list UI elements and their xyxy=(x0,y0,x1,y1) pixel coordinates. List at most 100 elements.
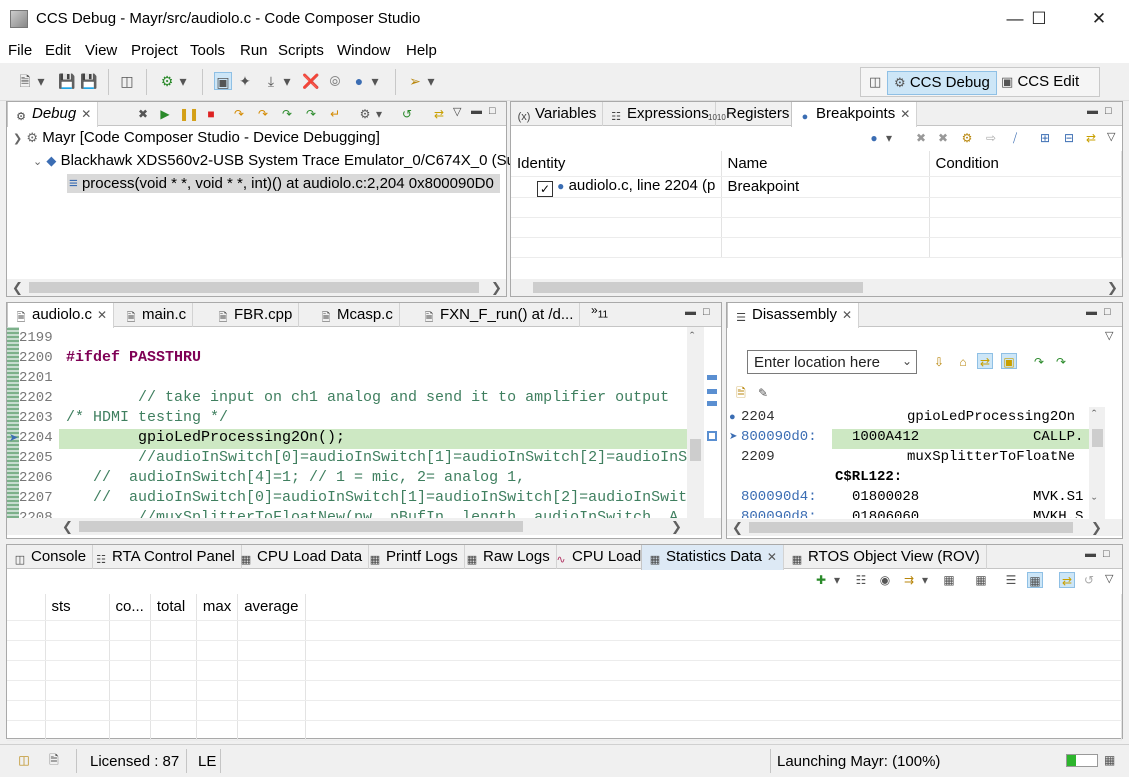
minimize-view-icon[interactable]: ▬ xyxy=(471,105,482,117)
close-icon[interactable]: ✕ xyxy=(900,107,910,121)
sync-icon[interactable]: ↺ xyxy=(1081,572,1097,588)
view-menu-icon[interactable]: ▽ xyxy=(453,105,461,118)
minimize-view-icon[interactable]: ▬ xyxy=(1087,105,1098,117)
tab-main-c[interactable]: 🗎 main.c xyxy=(118,303,194,327)
group-icon[interactable]: ☷ xyxy=(853,572,869,588)
find-icon[interactable]: ◉ xyxy=(877,572,893,588)
tab-variables[interactable]: (x) Variables xyxy=(511,102,604,126)
fast-view-icon[interactable]: ◫ xyxy=(16,752,32,768)
refresh-data-icon[interactable]: ▦ xyxy=(1027,572,1043,588)
tab-audiolo-c[interactable]: 🗎 audiolo.c ✕ xyxy=(7,303,115,328)
new-window-icon[interactable]: 🗎 xyxy=(733,385,749,401)
tab-raw-logs[interactable]: ▦ Raw Logs xyxy=(459,545,557,569)
terminate-icon[interactable]: ■ xyxy=(203,106,219,122)
tab-rta-control-panel[interactable]: ☷ RTA Control Panel xyxy=(88,545,242,569)
save-icon[interactable]: 💾 xyxy=(58,72,76,90)
chevron-down-icon[interactable]: ▾ xyxy=(370,72,380,90)
chevron-down-icon[interactable]: ▾ xyxy=(178,72,188,90)
expand-all-icon[interactable]: ⊞ xyxy=(1037,130,1053,146)
tab-statistics-data[interactable]: ▦ Statistics Data ✕ xyxy=(641,545,784,570)
tab-printf-logs[interactable]: ▦ Printf Logs xyxy=(362,545,465,569)
table-view-icon[interactable]: ▦ xyxy=(973,572,989,588)
profile-icon[interactable]: ● xyxy=(350,72,368,90)
progress-bar[interactable] xyxy=(1066,754,1098,767)
menu-scripts[interactable]: Scripts xyxy=(278,42,324,59)
new-icon[interactable]: 🗎 xyxy=(16,72,34,90)
progress-view-icon[interactable]: ▦ xyxy=(1104,753,1115,767)
collapse-all-icon[interactable]: ⊟ xyxy=(1061,130,1077,146)
load-program-icon[interactable]: ⤓ xyxy=(262,72,280,90)
perspective-ccs-debug[interactable]: ⚙ CCS Debug xyxy=(887,71,997,95)
debug-hscrollbar[interactable]: ❮ ❯ xyxy=(7,279,506,296)
disassembly-listing[interactable]: ● ➤ 2204 gpioLedProcessing2On 800090d0: … xyxy=(727,407,1105,519)
menu-tools[interactable]: Tools xyxy=(190,42,225,59)
columns-icon[interactable]: ▦ xyxy=(941,572,957,588)
maximize-view-icon[interactable]: □ xyxy=(1104,306,1111,318)
more-tabs-button[interactable]: »11 xyxy=(591,303,608,320)
add-icon[interactable]: ✚ xyxy=(813,572,829,588)
tab-fbr-cpp[interactable]: 🗎 FBR.cpp xyxy=(210,303,300,327)
view-menu-icon[interactable]: ▽ xyxy=(1105,329,1113,342)
close-icon[interactable]: ✕ xyxy=(97,308,107,322)
close-window-button[interactable]: ✕ xyxy=(1076,0,1122,38)
tab-expressions[interactable]: ☷ Expressions xyxy=(603,102,716,126)
col-count[interactable]: co... xyxy=(109,594,151,621)
menu-file[interactable]: File xyxy=(8,42,32,59)
asm-step-into-icon[interactable]: ↷ xyxy=(279,106,295,122)
close-icon[interactable]: ✕ xyxy=(81,107,91,121)
col-name[interactable]: Name xyxy=(721,151,930,177)
save-all-icon[interactable]: 💾 xyxy=(80,72,98,90)
debug-icon[interactable]: ⚙ xyxy=(158,72,176,90)
breakpoint-marker-icon[interactable]: ➤ xyxy=(9,431,18,444)
resume-icon[interactable]: ▶ xyxy=(157,106,173,122)
restart-icon[interactable]: ↺ xyxy=(399,106,415,122)
license-icon[interactable]: 🗎 xyxy=(46,752,62,768)
enable-checkbox[interactable]: ✓ xyxy=(537,180,553,196)
step-over-icon[interactable]: ↷ xyxy=(1053,354,1069,370)
tab-fxn-f-run[interactable]: 🗎 FXN_F_run() at /d... xyxy=(416,303,581,327)
tab-cpu-load-data[interactable]: ▦ CPU Load Data xyxy=(233,545,370,569)
link-with-debug-icon[interactable]: ⇄ xyxy=(1083,130,1099,146)
auto-refresh-icon[interactable]: ⇄ xyxy=(1059,572,1075,588)
menu-project[interactable]: Project xyxy=(131,42,178,59)
menu-help[interactable]: Help xyxy=(406,42,437,59)
table-row[interactable]: ✓ ● audiolo.c, line 2204 (p Breakpoint xyxy=(511,176,1122,198)
menu-edit[interactable]: Edit xyxy=(45,42,71,59)
remove-breakpoint-icon[interactable]: ✖ xyxy=(913,130,929,146)
editor-hscrollbar[interactable]: ❮ ❯ xyxy=(7,518,721,535)
suspend-icon[interactable]: ❚❚ xyxy=(179,106,199,122)
tree-node-target[interactable]: ⌄ ◆ Blackhawk XDS560v2-USB System Trace … xyxy=(33,152,522,169)
filter-icon[interactable]: ⇉ xyxy=(901,572,917,588)
tab-debug[interactable]: ⚙ Debug ✕ xyxy=(7,102,99,127)
minimize-view-icon[interactable]: ▬ xyxy=(685,306,696,318)
col-average[interactable]: average xyxy=(237,594,307,621)
asm-step-over-icon[interactable]: ↷ xyxy=(303,106,319,122)
tab-cpu-load[interactable]: ∿ CPU Load xyxy=(548,545,649,569)
menu-run[interactable]: Run xyxy=(240,42,268,59)
col-total[interactable]: total xyxy=(150,594,197,621)
overview-marker[interactable] xyxy=(707,401,717,406)
maximize-button[interactable]: ☐ xyxy=(1016,0,1062,38)
skip-all-icon[interactable]: ⧸ xyxy=(1007,130,1023,146)
remove-all-breakpoints-icon[interactable]: ✖ xyxy=(935,130,951,146)
remove-terminated-icon[interactable]: ✖ xyxy=(135,106,151,122)
skip-breakpoints-icon[interactable]: ❌ xyxy=(302,72,320,90)
menu-view[interactable]: View xyxy=(85,42,117,59)
open-perspective-icon[interactable]: ◫ xyxy=(869,74,881,90)
step-into-icon[interactable]: ↷ xyxy=(1031,354,1047,370)
list-icon[interactable]: ☰ xyxy=(1003,572,1019,588)
close-icon[interactable]: ✕ xyxy=(767,550,777,564)
open-console-icon[interactable]: ◫ xyxy=(118,72,136,90)
col-condition[interactable]: Condition xyxy=(929,151,1122,177)
tab-mcasp-c[interactable]: 🗎 Mcasp.c xyxy=(313,303,400,327)
maximize-view-icon[interactable]: □ xyxy=(703,306,710,318)
chevron-down-icon[interactable]: ⌄ xyxy=(33,156,42,168)
go-to-address-icon[interactable]: ⇩ xyxy=(931,354,947,370)
chevron-down-icon[interactable]: ▾ xyxy=(282,72,292,90)
menu-window[interactable]: Window xyxy=(337,42,390,59)
step-return-icon[interactable]: ↵ xyxy=(327,106,343,122)
maximize-view-icon[interactable]: □ xyxy=(489,105,496,117)
tab-disassembly[interactable]: ☰ Disassembly ✕ xyxy=(727,303,860,328)
step-into-icon[interactable]: ↷ xyxy=(231,106,247,122)
tab-console[interactable]: ◫ Console xyxy=(7,545,94,569)
